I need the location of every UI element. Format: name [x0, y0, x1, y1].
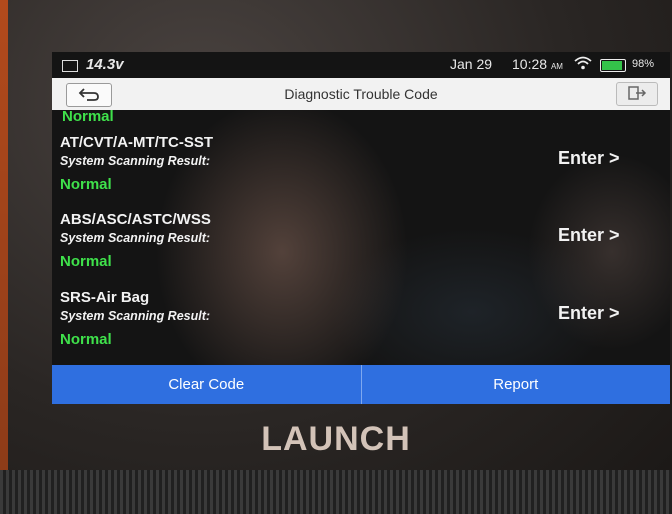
- battery-percent: 98%: [632, 58, 655, 70]
- system-name: AT/CVT/A-MT/TC-SST: [60, 134, 214, 151]
- status-time: 10:28 AM: [512, 56, 563, 72]
- status-date: Jan 29: [450, 56, 493, 72]
- page-title: Diagnostic Trouble Code: [284, 86, 438, 102]
- brand-logo: LAUNCH: [261, 420, 411, 458]
- scan-result-status: Normal: [60, 176, 112, 193]
- scan-result-label: System Scanning Result:: [60, 231, 211, 245]
- enter-button[interactable]: Enter >: [558, 148, 620, 169]
- scan-result-label: System Scanning Result:: [60, 154, 211, 168]
- enter-button[interactable]: Enter >: [558, 225, 620, 246]
- battery-icon: [600, 59, 626, 72]
- system-list[interactable]: Normal AT/CVT/A-MT/TC-SST System Scannin…: [52, 110, 670, 365]
- scan-result-status: Normal: [60, 331, 112, 348]
- exit-icon: [627, 85, 647, 104]
- list-item[interactable]: AT/CVT/A-MT/TC-SST System Scanning Resul…: [52, 134, 670, 210]
- title-bar: Diagnostic Trouble Code: [52, 78, 670, 110]
- report-button[interactable]: Report: [361, 365, 670, 404]
- device-body: 14.3v Jan 29 10:28 AM 98% Diagnostic Tro…: [0, 0, 672, 514]
- time-suffix: AM: [550, 62, 563, 71]
- voltage-readout: 14.3v: [86, 56, 124, 73]
- clear-code-button[interactable]: Clear Code: [52, 365, 361, 404]
- status-bar: 14.3v Jan 29 10:28 AM 98%: [52, 52, 670, 78]
- scan-result-label: System Scanning Result:: [60, 309, 211, 323]
- system-name: ABS/ASC/ASTC/WSS: [60, 211, 211, 228]
- exit-button[interactable]: [616, 82, 658, 106]
- enter-button[interactable]: Enter >: [558, 303, 620, 324]
- battery-level-fill: [602, 61, 622, 70]
- car-battery-icon: [62, 60, 78, 72]
- screen: 14.3v Jan 29 10:28 AM 98% Diagnostic Tro…: [52, 52, 670, 404]
- scan-result-status: Normal: [60, 253, 112, 270]
- list-item[interactable]: SRS-Air Bag System Scanning Result: Norm…: [52, 289, 670, 365]
- bottom-action-bar: Clear Code Report: [52, 365, 670, 404]
- partial-status-normal: Normal: [62, 110, 114, 125]
- list-item[interactable]: ABS/ASC/ASTC/WSS System Scanning Result:…: [52, 211, 670, 287]
- wifi-icon: [574, 56, 592, 73]
- device-grip: [0, 470, 672, 514]
- system-name: SRS-Air Bag: [60, 289, 150, 306]
